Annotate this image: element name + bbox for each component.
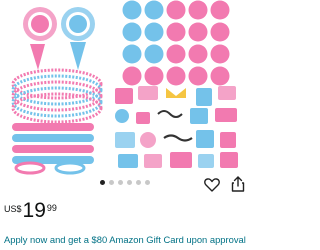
product-illustration: [11, 0, 238, 175]
button-badge: [188, 66, 208, 86]
button-badge: [144, 0, 164, 20]
bead-necklaces: [11, 68, 103, 124]
price: US$ 19 99: [4, 200, 57, 226]
carousel-dot[interactable]: [127, 180, 132, 185]
carousel-dot[interactable]: [136, 180, 141, 185]
price-fraction: 99: [46, 203, 57, 213]
price-whole: 19: [22, 199, 46, 222]
button-badge: [166, 44, 186, 64]
gift-card-promo-link[interactable]: Apply now and get a $80 Amazon Gift Card…: [4, 233, 250, 250]
button-badge: [210, 44, 230, 64]
heart-icon: [204, 177, 220, 192]
button-badges: [122, 0, 230, 86]
photo-props: [115, 86, 238, 168]
carousel-dot[interactable]: [109, 180, 114, 185]
wristbands: [12, 123, 94, 175]
button-badge: [210, 22, 230, 42]
button-badge: [122, 22, 142, 42]
rosette-badge-pink: [23, 7, 57, 70]
button-badge: [210, 66, 230, 86]
share-icon: [231, 176, 245, 192]
button-badge: [122, 66, 142, 86]
carousel-dot[interactable]: [145, 180, 150, 185]
button-badge: [122, 0, 142, 20]
favorite-button[interactable]: [203, 175, 221, 193]
button-badge: [188, 44, 208, 64]
rosette-badge-blue: [61, 7, 95, 70]
button-badge: [210, 0, 230, 20]
product-image[interactable]: [0, 0, 250, 175]
price-currency: US$: [4, 204, 22, 214]
button-badge: [166, 22, 186, 42]
button-badge: [144, 22, 164, 42]
share-button[interactable]: [229, 175, 247, 193]
button-badge: [166, 0, 186, 20]
carousel-dot[interactable]: [100, 180, 105, 185]
carousel-dot[interactable]: [118, 180, 123, 185]
button-badge: [144, 44, 164, 64]
button-badge: [166, 66, 186, 86]
button-badge: [188, 22, 208, 42]
button-badge: [144, 66, 164, 86]
button-badge: [188, 0, 208, 20]
button-badge: [122, 44, 142, 64]
